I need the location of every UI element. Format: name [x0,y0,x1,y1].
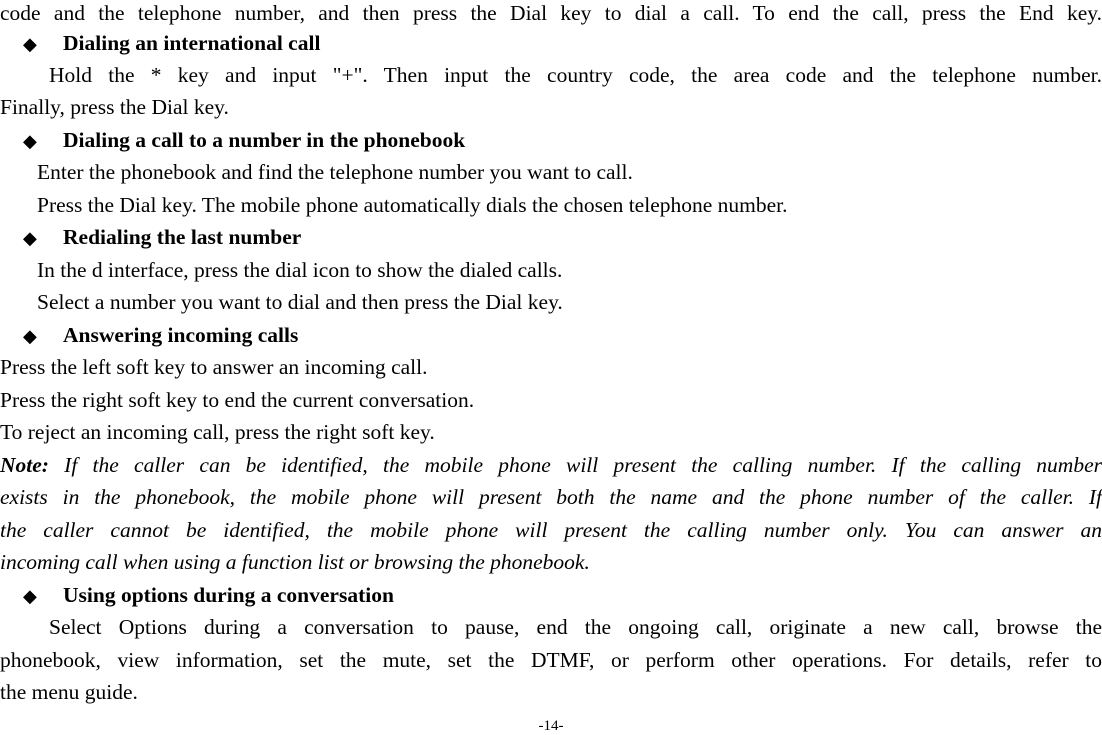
heading-text: Using options during a conversation [63,583,394,607]
section-heading-redial: ◆ Redialing the last number [23,224,1102,251]
paragraph-line: Select Options during a conversation to … [49,615,1102,639]
diamond-bullet-icon: ◆ [23,228,37,248]
paragraph-line: Finally, press the Dial key. [0,95,229,119]
note-line: exists in the phonebook, the mobile phon… [0,485,1102,509]
page-number: -14- [538,718,564,734]
paragraph-line: phonebook, view information, set the mut… [0,648,1102,672]
diamond-bullet-icon: ◆ [23,34,37,54]
paragraph-line: Select a number you want to dial and the… [37,290,563,314]
paragraph-line: Press the Dial key. The mobile phone aut… [37,193,788,217]
section-heading-international: ◆ Dialing an international call [23,30,1102,57]
paragraph-line: Press the right soft key to end the curr… [0,388,475,412]
diamond-bullet-icon: ◆ [23,326,37,346]
diamond-bullet-icon: ◆ [23,131,37,151]
heading-text: Answering incoming calls [63,323,299,347]
note-label: Note: [0,453,49,477]
note-text: If the caller can be identified, the mob… [48,453,1102,477]
paragraph-line: Press the left soft key to answer an inc… [0,355,428,379]
heading-text: Redialing the last number [63,225,302,249]
note-line: Note: If the caller can be identified, t… [0,452,1102,478]
intro-line: code and the telephone number, and then … [0,1,1102,25]
diamond-bullet-icon: ◆ [23,586,37,606]
paragraph-line: the menu guide. [0,680,138,704]
paragraph-line: Enter the phonebook and find the telepho… [37,160,633,184]
paragraph-line: To reject an incoming call, press the ri… [0,420,435,444]
paragraph-line: In the d interface, press the dial icon … [37,258,563,282]
note-line: the caller cannot be identified, the mob… [0,518,1102,542]
heading-text: Dialing a call to a number in the phoneb… [63,128,466,152]
section-heading-options: ◆ Using options during a conversation [23,582,1102,609]
paragraph-line: Hold the * key and input "+". Then input… [49,63,1102,87]
heading-text: Dialing an international call [63,31,321,55]
note-line: incoming call when using a function list… [0,550,590,574]
section-heading-answering: ◆ Answering incoming calls [23,322,1102,349]
section-heading-phonebook: ◆ Dialing a call to a number in the phone… [23,127,1102,154]
